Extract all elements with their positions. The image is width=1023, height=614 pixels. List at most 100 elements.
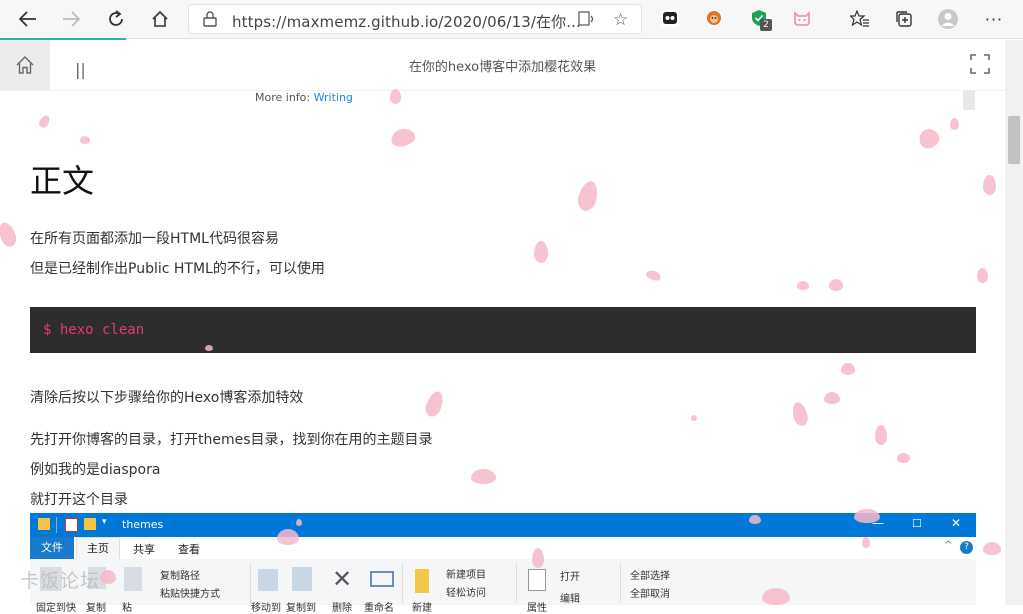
forward-arrow-icon[interactable] — [58, 6, 84, 32]
forum-watermark: 卡饭论坛 — [20, 570, 101, 592]
copy-to-label: 复制到 — [286, 603, 316, 614]
pin-label: 固定到快 — [36, 603, 76, 614]
close-icon: ✕ — [951, 516, 962, 530]
ribbon-collapse-icon: ^ — [944, 540, 953, 551]
tab-home: 主页 — [76, 537, 120, 560]
new-folder-quick-icon — [84, 518, 96, 530]
more-info-line: More info: Writing — [255, 91, 353, 104]
maximize-icon: ☐ — [912, 517, 922, 530]
sakura-petal — [983, 542, 1001, 555]
read-aloud-icon[interactable] — [578, 11, 596, 31]
url-text: https://maxmemz.github.io/2020/06/13/在你.… — [232, 13, 581, 31]
sakura-petal — [854, 509, 880, 523]
sakura-petal — [100, 570, 116, 584]
explorer-ribbon: 复制路径 粘贴快捷方式 ✕ 新建项目 轻松访问 打开 编辑 全部选择 全部取消 … — [30, 559, 976, 614]
sakura-petal — [534, 241, 548, 263]
paragraph: 例如我的是diaspora — [30, 462, 161, 478]
extension-cat-icon[interactable] — [793, 9, 811, 27]
sakura-petal — [824, 392, 840, 404]
copy-to-icon — [292, 567, 312, 591]
sakura-petal — [423, 389, 446, 419]
inner-scroll-track — [963, 90, 975, 110]
sakura-petal — [80, 136, 90, 144]
profile-avatar-icon[interactable] — [935, 6, 961, 32]
paragraph: 就打开这个目录 — [30, 492, 128, 508]
toolbar-divider — [0, 38, 1023, 39]
paragraph: 清除后按以下步骤给你的Hexo博客添加特效 — [30, 390, 304, 406]
favorite-star-icon[interactable]: ☆ — [613, 10, 628, 30]
home-icon[interactable] — [147, 6, 173, 32]
sakura-petal — [644, 268, 663, 283]
extension-badge: 2 — [760, 19, 772, 31]
copy-path-label: 复制路径 — [160, 571, 200, 582]
sakura-petal — [841, 363, 855, 375]
new-folder-icon — [415, 569, 429, 593]
sakura-petal — [389, 126, 417, 149]
writing-link[interactable]: Writing — [314, 91, 353, 104]
quick-access-dropdown-icon: ▾ — [102, 517, 107, 527]
sakura-petal — [471, 469, 496, 484]
paragraph: 先打开你博客的目录，打开themes目录，找到你在用的主题目录 — [30, 432, 433, 448]
explorer-titlebar: ▾ themes — ☐ ✕ — [30, 513, 976, 537]
tab-view: 查看 — [178, 543, 200, 556]
rename-label: 重命名 — [364, 603, 394, 614]
sakura-petal — [691, 415, 697, 421]
sakura-petal — [37, 113, 52, 130]
extension-monkey-icon[interactable] — [705, 9, 723, 27]
edit-label: 编辑 — [560, 594, 580, 605]
paragraph: 但是已经制作出Public HTML的不行，可以使用 — [30, 261, 325, 277]
sakura-petal — [862, 537, 870, 548]
more-info-label: More info: — [255, 91, 311, 104]
help-icon: ? — [960, 541, 973, 554]
move-to-label: 移动到 — [251, 603, 281, 614]
refresh-icon[interactable] — [103, 6, 129, 32]
sakura-petal — [532, 548, 544, 568]
favorites-icon[interactable] — [847, 6, 873, 32]
sakura-petal — [762, 588, 790, 605]
sakura-petal — [575, 179, 601, 213]
code-text: $ hexo clean — [43, 322, 145, 338]
sakura-petal — [915, 125, 943, 152]
code-block: $ hexo clean — [30, 307, 976, 353]
section-heading: 正文 — [30, 162, 95, 200]
paste-icon — [124, 567, 142, 591]
open-label: 打开 — [560, 572, 580, 583]
select-none-label: 全部取消 — [630, 589, 670, 600]
folder-icon — [38, 518, 50, 530]
browser-toolbar: https://maxmemz.github.io/2020/06/13/在你.… — [0, 0, 1023, 38]
properties-icon — [528, 569, 546, 591]
page-header: || 在你的hexo博客中添加樱花效果 — [0, 40, 1005, 91]
sakura-petal — [749, 515, 761, 524]
explorer-title: themes — [122, 518, 164, 531]
lock-icon — [203, 11, 217, 31]
tab-share: 共享 — [133, 543, 155, 556]
collections-icon[interactable] — [891, 6, 917, 32]
extension-tampermonkey-icon[interactable] — [661, 9, 679, 27]
properties-quick-icon — [65, 518, 78, 532]
delete-icon: ✕ — [332, 565, 353, 593]
sakura-petal — [829, 279, 843, 291]
fullscreen-icon[interactable] — [970, 54, 990, 74]
more-menu-icon[interactable]: ··· — [981, 6, 1007, 32]
delete-label: 删除 — [332, 603, 352, 614]
select-all-label: 全部选择 — [630, 571, 670, 582]
new-item-label: 新建项目 — [446, 570, 486, 581]
sakura-petal — [977, 268, 988, 283]
paragraph: 在所有页面都添加一段HTML代码很容易 — [30, 231, 279, 247]
scrollbar-thumb[interactable] — [1008, 116, 1020, 164]
sakura-petal — [296, 519, 302, 526]
sakura-petal — [790, 400, 810, 428]
back-arrow-icon[interactable] — [15, 6, 41, 32]
sakura-petal — [797, 281, 809, 290]
explorer-tabs: 文件 主页 共享 查看 ^ ? — [30, 537, 976, 560]
copy-label: 复制 — [86, 603, 106, 614]
sakura-petal — [897, 453, 910, 463]
paste-shortcut-label: 粘贴快捷方式 — [160, 589, 220, 600]
explorer-screenshot: ▾ themes — ☐ ✕ 文件 主页 共享 查看 ^ ? 复制路径 粘贴快捷… — [30, 513, 976, 614]
paste-label: 粘 — [122, 603, 132, 614]
address-bar[interactable]: https://maxmemz.github.io/2020/06/13/在你.… — [188, 4, 642, 34]
sakura-petal — [390, 89, 401, 104]
new-label: 新建 — [412, 603, 432, 614]
page-title: 在你的hexo博客中添加樱花效果 — [408, 60, 597, 75]
page-scrollbar[interactable] — [1005, 40, 1023, 605]
